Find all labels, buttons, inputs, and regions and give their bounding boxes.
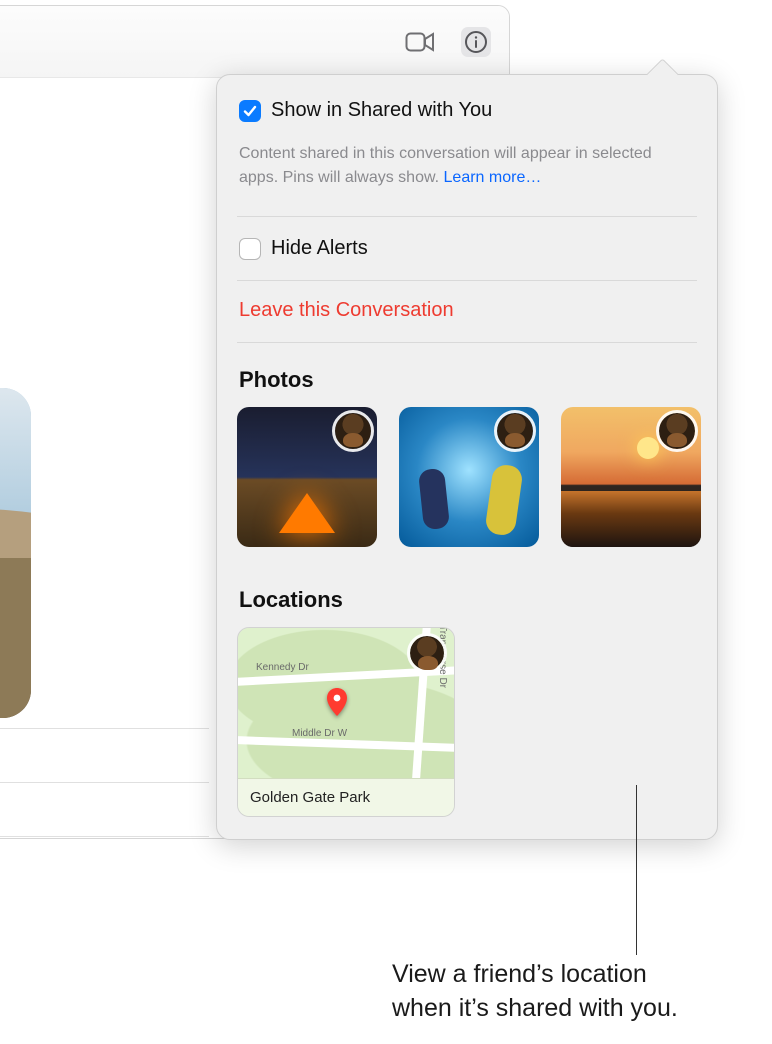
facetime-video-button[interactable] [405,27,435,57]
divider [237,342,697,343]
shared-photo-thumbnail[interactable] [561,407,701,547]
locations-section-title: Locations [237,583,697,627]
window-toolbar [0,6,509,78]
details-popover: Show in Shared with You Content shared i… [216,74,718,840]
shared-photos-grid [237,407,697,583]
shared-photo-thumbnail[interactable] [399,407,539,547]
checkbox-unchecked-icon[interactable] [239,238,261,260]
checkbox-checked-icon[interactable] [239,100,261,122]
friend-avatar-icon [410,636,444,670]
photos-section-title: Photos [237,347,697,407]
location-name-label: Golden Gate Park [238,778,454,816]
hide-alerts-row[interactable]: Hide Alerts [237,221,697,276]
map-pin-icon [326,688,348,710]
learn-more-link[interactable]: Learn more… [444,169,542,186]
map-road-label: Kennedy Dr [256,662,309,673]
callout-caption: View a friend’s location when it’s share… [392,958,752,1026]
show-in-shared-with-you-row[interactable]: Show in Shared with You [237,91,697,130]
map-road-label: Middle Dr W [292,728,347,739]
sender-avatar-icon [497,413,533,449]
shared-with-you-helper: Content shared in this conversation will… [237,130,697,212]
divider [237,280,697,281]
callout-leader-line [636,785,637,955]
shared-location-card[interactable]: Kennedy Dr Middle Dr W Transverse Dr Gol… [237,627,455,817]
sender-avatar-icon [335,413,371,449]
shared-photo-thumbnail[interactable] [237,407,377,547]
leave-conversation-button[interactable]: Leave this Conversation [237,285,697,338]
show-shared-label: Show in Shared with You [271,99,492,122]
message-photo[interactable] [0,388,31,718]
divider [237,216,697,217]
transcript-rows [0,728,209,839]
sender-avatar-icon [659,413,695,449]
hide-alerts-label: Hide Alerts [271,237,368,260]
details-info-button[interactable] [461,27,491,57]
